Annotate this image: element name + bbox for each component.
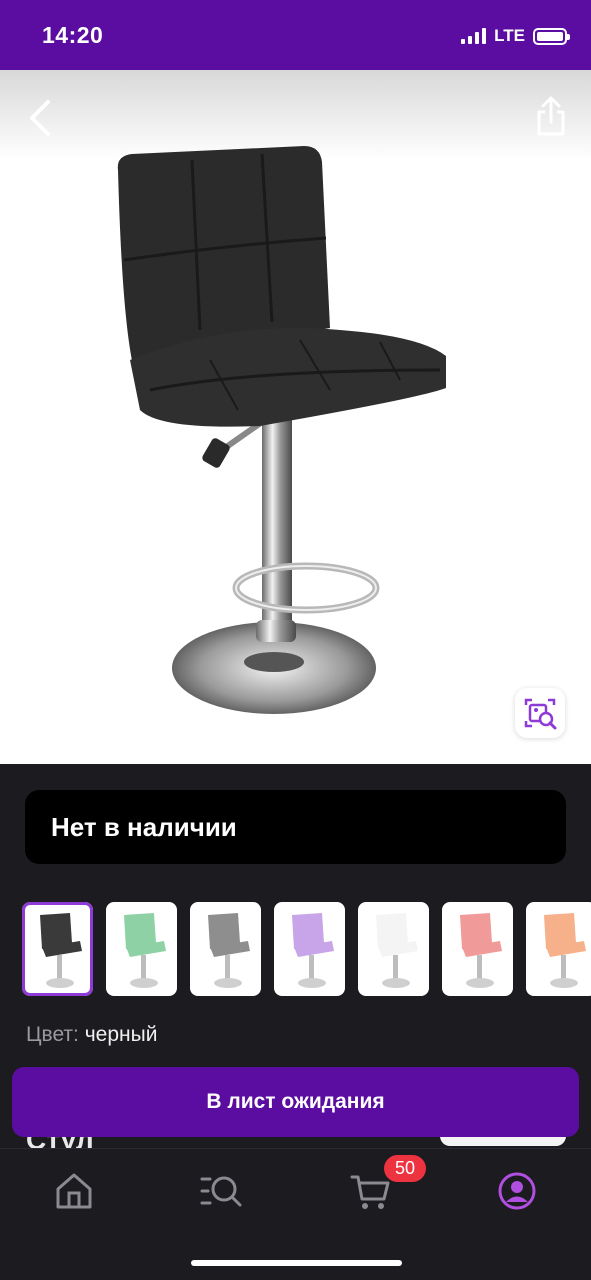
status-bar: 14:20 LTE — [0, 0, 591, 70]
chevron-left-icon — [30, 100, 50, 136]
color-swatch[interactable] — [106, 902, 177, 996]
home-icon — [56, 1173, 92, 1209]
color-swatch[interactable] — [526, 902, 591, 996]
status-time: 14:20 — [42, 22, 104, 48]
color-info: Цвет: черный — [26, 1023, 157, 1047]
color-swatch[interactable] — [442, 902, 513, 996]
color-swatch[interactable] — [358, 902, 429, 996]
tab-home[interactable] — [52, 1169, 96, 1213]
swatch-stool-icon — [39, 913, 82, 988]
add-to-waitlist-button[interactable]: В лист ожидания — [12, 1067, 579, 1137]
color-swatch-list — [22, 902, 591, 996]
tab-catalog[interactable] — [200, 1169, 244, 1213]
swatch-stool-icon — [375, 913, 418, 988]
swatch-stool-icon — [459, 913, 502, 988]
signal-icon — [461, 28, 487, 44]
color-value: черный — [84, 1023, 158, 1046]
swatch-stool-icon — [543, 913, 586, 988]
product-photo-gallery[interactable] — [0, 70, 591, 764]
profile-icon — [498, 1172, 536, 1210]
swatch-stool-icon — [123, 913, 166, 988]
bar-stool-image — [117, 146, 446, 714]
catalog-search-icon — [200, 1176, 242, 1207]
tab-profile[interactable] — [495, 1169, 539, 1213]
share-icon — [537, 96, 565, 136]
swatch-stool-icon — [291, 913, 334, 988]
image-search-icon — [524, 698, 557, 730]
back-button[interactable] — [24, 96, 60, 140]
visual-search-button[interactable] — [515, 688, 565, 738]
cart-count-badge: 50 — [384, 1155, 426, 1182]
color-swatch[interactable] — [22, 902, 93, 996]
share-button[interactable] — [533, 94, 569, 138]
battery-icon — [533, 27, 570, 45]
color-swatch[interactable] — [190, 902, 261, 996]
swatch-stool-icon — [207, 913, 250, 988]
status-indicators: LTE — [461, 26, 570, 46]
stock-status-text: Нет в наличии — [51, 811, 237, 842]
home-indicator — [191, 1260, 402, 1266]
color-swatch[interactable] — [274, 902, 345, 996]
stock-status-banner: Нет в наличии — [25, 790, 566, 864]
color-label: Цвет: — [26, 1023, 79, 1046]
network-label: LTE — [494, 26, 525, 45]
